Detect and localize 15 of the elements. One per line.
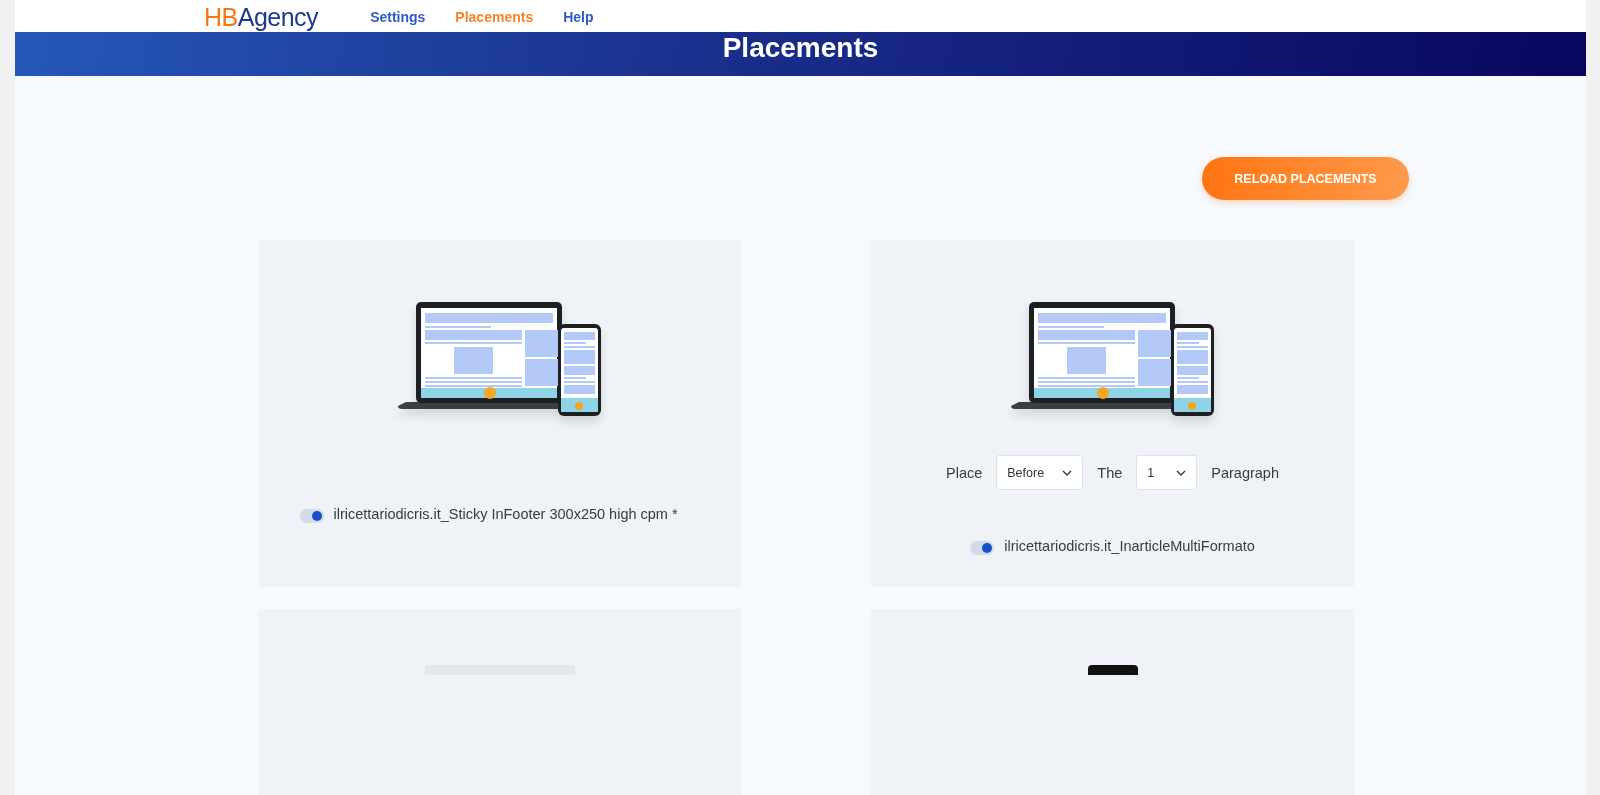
- logo[interactable]: HBAgency: [204, 3, 319, 32]
- toggle-switch[interactable]: [970, 541, 995, 555]
- place-label: Place: [946, 464, 983, 481]
- nav-link[interactable]: Settings: [370, 9, 426, 25]
- the-label: The: [1097, 464, 1123, 481]
- dropdown[interactable]: Before: [996, 455, 1084, 490]
- chevron-down-icon: [1176, 469, 1187, 476]
- chevron-down-icon: [1062, 469, 1073, 476]
- paragraph-label: Paragraph: [1211, 464, 1279, 481]
- page-title: Placements: [722, 32, 879, 65]
- dropdown[interactable]: 1: [1136, 455, 1198, 490]
- nav-link[interactable]: Help: [563, 9, 594, 25]
- placement-name: ilricettariodicris.it_InarticleMultiFormato: [1004, 537, 1255, 556]
- toggle-switch[interactable]: [299, 509, 324, 523]
- placement-name: ilricettariodicris.it_Sticky InFooter 300x250 high cpm *: [333, 505, 678, 524]
